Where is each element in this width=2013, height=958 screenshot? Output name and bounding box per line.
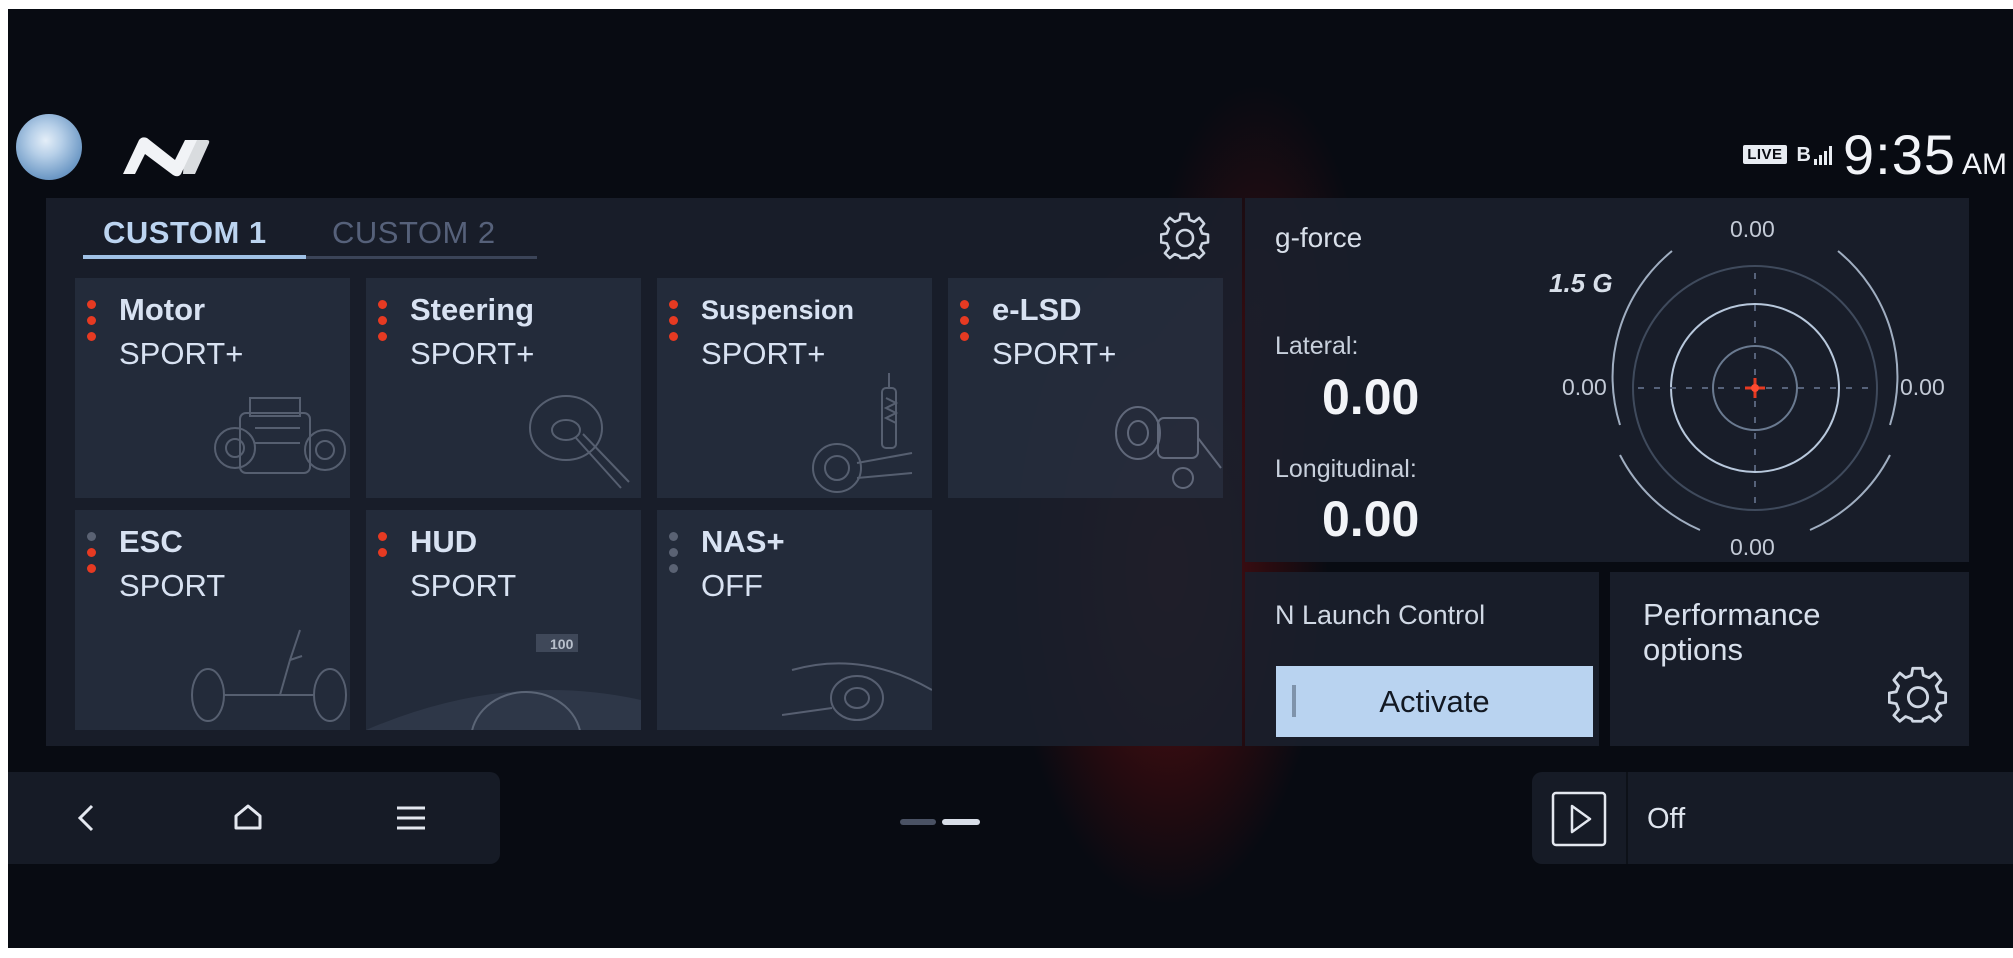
page-dot[interactable]	[900, 819, 936, 825]
gear-icon[interactable]	[1888, 666, 1948, 726]
tile-value: SPORT+	[119, 336, 244, 371]
lateral-label: Lateral:	[1275, 332, 1359, 360]
motor-illustration	[214, 397, 346, 474]
tile-value: SPORT	[410, 568, 517, 603]
home-icon[interactable]	[222, 792, 274, 844]
tile-value: SPORT+	[992, 336, 1117, 371]
level-dots	[378, 300, 390, 348]
gforce-right-value: 0.00	[1900, 374, 1945, 400]
tile-value: SPORT	[119, 568, 226, 603]
level-dots	[87, 300, 99, 348]
level-dots	[669, 300, 681, 348]
page-dot-active[interactable]	[942, 819, 980, 825]
tab-active-indicator	[83, 255, 306, 259]
tile-name: Motor	[119, 292, 206, 327]
performance-options-label: Performance options	[1643, 597, 1821, 667]
tile-name: e-LSD	[992, 292, 1082, 327]
tile-name: Steering	[410, 292, 535, 327]
speaker-illustration	[782, 662, 932, 721]
level-dots	[669, 532, 681, 580]
tile-nas[interactable]: NAS+ OFF	[657, 510, 932, 730]
activate-button[interactable]: Activate	[1276, 666, 1593, 737]
tile-elsd[interactable]: e-LSD SPORT+	[948, 278, 1223, 498]
tab-custom-2[interactable]: CUSTOM 2	[332, 215, 496, 251]
menu-icon[interactable]	[385, 792, 437, 844]
gforce-scale: 1.5 G	[1549, 268, 1613, 298]
user-avatar[interactable]	[16, 114, 82, 180]
status-area: LIVE B 9:35 AM	[1743, 122, 2007, 187]
bluetooth-signal-icon: B	[1797, 143, 1833, 167]
live-badge: LIVE	[1743, 145, 1787, 164]
longitudinal-label: Longitudinal:	[1275, 455, 1417, 483]
tile-name: Suspension	[701, 295, 855, 325]
gear-icon[interactable]	[1160, 212, 1210, 262]
tile-esc[interactable]: ESC SPORT	[75, 510, 350, 730]
hud-speed-label: 100	[550, 636, 574, 652]
level-dots	[87, 532, 99, 580]
play-icon[interactable]	[1550, 790, 1608, 848]
tile-suspension[interactable]: Suspension SPORT+	[657, 278, 932, 498]
back-icon[interactable]	[60, 792, 112, 844]
tile-value: SPORT+	[410, 336, 535, 371]
bluetooth-label: B	[1796, 143, 1811, 166]
clock-ampm: AM	[1962, 148, 2007, 181]
hud-illustration	[366, 634, 641, 730]
launch-control-label: N Launch Control	[1275, 600, 1486, 630]
steering-illustration	[529, 395, 630, 489]
gforce-gauge	[1611, 250, 1899, 531]
tile-name: NAS+	[701, 524, 785, 559]
lateral-value: 0.00	[1322, 369, 1420, 425]
gforce-title: g-force	[1275, 222, 1363, 253]
suspension-illustration	[812, 373, 913, 493]
tile-value: SPORT+	[701, 336, 826, 371]
gforce-bottom-value: 0.00	[1730, 534, 1775, 560]
n-logo-icon	[123, 137, 210, 177]
tile-name: HUD	[410, 524, 478, 559]
tile-hud[interactable]: HUD SPORT 100	[366, 510, 641, 730]
level-dots	[960, 300, 972, 348]
gforce-indicator	[1745, 378, 1765, 398]
tile-steering[interactable]: Steering SPORT+	[366, 278, 641, 498]
media-divider	[1626, 772, 1628, 864]
tile-value: OFF	[701, 568, 763, 603]
gforce-left-value: 0.00	[1562, 374, 1607, 400]
esc-illustration	[191, 629, 347, 722]
clock: 9:35 AM	[1843, 122, 2007, 187]
tab-custom-1[interactable]: CUSTOM 1	[103, 215, 267, 251]
activate-indicator	[1292, 685, 1296, 717]
longitudinal-value: 0.00	[1322, 491, 1420, 547]
tile-name: ESC	[119, 524, 183, 559]
level-dots	[378, 532, 390, 564]
signal-bars-icon	[1814, 145, 1832, 165]
media-status: Off	[1647, 803, 1686, 835]
gforce-top-value: 0.00	[1730, 216, 1775, 242]
page-indicator	[900, 812, 986, 830]
tile-motor[interactable]: Motor SPORT+	[75, 278, 350, 498]
elsd-illustration	[1115, 406, 1222, 489]
clock-time: 9:35	[1843, 123, 1956, 186]
